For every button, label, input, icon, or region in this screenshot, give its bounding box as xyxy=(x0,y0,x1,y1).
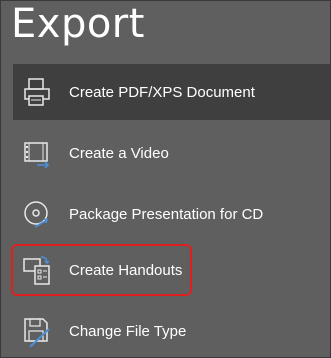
menu-item-label: Package Presentation for CD xyxy=(69,205,264,223)
menu-item-label: Create PDF/XPS Document xyxy=(69,83,255,101)
menu-item-label: Create Handouts xyxy=(69,261,183,279)
pdf-document-icon xyxy=(19,74,55,110)
export-panel: Export Create PDF/XPS Document Create a … xyxy=(0,0,331,358)
video-icon xyxy=(19,135,55,171)
menu-item-package-cd[interactable]: Package Presentation for CD xyxy=(13,186,330,242)
handouts-icon xyxy=(19,252,55,288)
menu-item-create-pdf-xps[interactable]: Create PDF/XPS Document xyxy=(13,64,330,120)
menu-item-label: Create a Video xyxy=(69,144,169,162)
menu-item-create-handouts[interactable]: Create Handouts xyxy=(13,242,330,298)
file-type-icon xyxy=(19,313,55,349)
page-title: Export xyxy=(11,1,145,47)
menu-item-label: Change File Type xyxy=(69,322,187,340)
menu-item-change-file-type[interactable]: Change File Type xyxy=(13,303,330,357)
menu-item-create-video[interactable]: Create a Video xyxy=(13,125,330,181)
cd-icon xyxy=(19,196,55,232)
